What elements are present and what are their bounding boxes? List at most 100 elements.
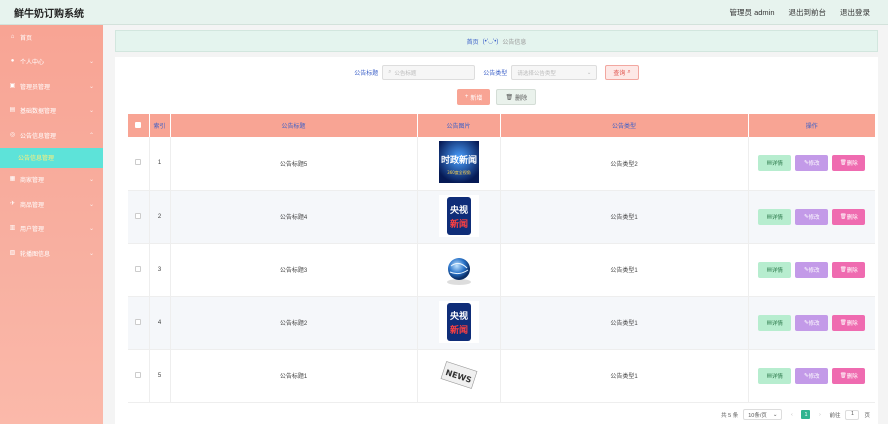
goods-icon: ✈ [9,200,16,207]
next-page-button[interactable]: › [815,410,824,419]
sidebar-item-users[interactable]: ▥ 用户管理 ⌄ [0,217,103,242]
sidebar-item-goods[interactable]: ✈ 商品管理 ⌄ [0,192,103,217]
row-index: 5 [149,349,171,403]
sidebar-item-admin[interactable]: ▣ 管理员管理 ⌄ [0,74,103,99]
admin-icon: ▣ [9,82,16,89]
edit-button[interactable]: ✎ 修改 [795,208,829,225]
delete-button[interactable]: 🗑 删除 [832,314,866,331]
shop-icon: ▦ [9,176,16,183]
title-search-label: 公告标题 [354,71,379,77]
chevron-down-icon: ⌄ [772,411,778,418]
sidebar-item-basedata[interactable]: ▤ 基础数据管理 ⌄ [0,99,103,124]
sidebar-item-notice[interactable]: ◎ 公告信息管理 ⌃ [0,123,103,148]
chevron-down-icon: ⌄ [88,83,94,90]
trash-icon: 🗑 [839,266,847,273]
type-search-label: 公告类型 [483,71,508,77]
chevron-down-icon: ⌄ [88,250,94,257]
select-all-checkbox[interactable] [135,121,142,128]
table-row: 1 公告标题5 时政新闻 360度全视角 公告类型2 ▤ 详情✎ 修改� [128,137,875,191]
delete-button[interactable]: 🗑 删除 [832,155,866,172]
admin-user-label[interactable]: 管理员 admin [729,7,774,18]
batch-delete-button[interactable]: 🗑 删除 [496,89,537,105]
col-actions: 操作 [748,114,875,137]
chevron-down-icon: ⌄ [88,108,94,115]
goto-page-input[interactable]: 1 [845,409,860,420]
edit-button[interactable]: ✎ 修改 [795,367,829,384]
goto-label: 前往 [829,412,841,419]
search-bar: 公告标题 ⌕ 公告标题 公告类型 请选择公告类型 ⌄ 查询 ⌕ [115,65,878,80]
front-link[interactable]: 退出到前台 [789,7,827,18]
page-number[interactable]: 1 [801,410,811,419]
cctv-news-image: 央视 新闻 [438,300,479,343]
col-type[interactable]: 公告类型 [500,114,749,137]
svg-text:央视: 央视 [449,204,467,216]
row-checkbox[interactable] [135,318,142,325]
news-paper-image: NEWS [440,360,477,389]
row-index: 2 [149,190,171,244]
globe-image [446,257,471,285]
top-bar: 鲜牛奶订购系统 管理员 admin 退出到前台 退出登录 [0,0,888,25]
breadcrumb: 首页 (•'◡'•) 公告信息 [115,30,878,52]
sidebar: ⌂ 首页 ● 个人中心 ⌄ ▣ 管理员管理 ⌄ ▤ 基础数据管理 ⌄ ◎ 公告信息管理 ⌃ 公告信… [0,25,103,424]
row-checkbox[interactable] [135,212,142,219]
detail-button[interactable]: ▤ 详情 [758,261,792,278]
row-type: 公告类型1 [500,243,749,297]
row-title: 公告标题2 [170,296,418,350]
svg-text:央视: 央视 [449,310,467,322]
detail-button[interactable]: ▤ 详情 [758,208,792,225]
delete-button[interactable]: 🗑 删除 [832,261,866,278]
chevron-down-icon: ⌄ [88,226,94,233]
sidebar-subitem-notice[interactable]: 公告信息管理 [0,147,103,168]
svg-text:360度全视角: 360度全视角 [447,169,471,175]
col-image[interactable]: 公告图片 [417,114,501,137]
query-button[interactable]: 查询 ⌕ [605,65,639,80]
prev-page-button[interactable]: ‹ [787,410,796,419]
trash-icon: 🗑 [839,213,847,220]
row-title: 公告标题5 [170,137,418,191]
row-checkbox[interactable] [135,159,142,166]
plus-icon: + [464,94,469,100]
delete-button[interactable]: 🗑 删除 [832,367,866,384]
search-icon: ⌕ [388,69,392,75]
users-icon: ▥ [9,225,16,232]
home-icon: ⌂ [10,33,15,40]
chevron-down-icon: ⌄ [88,201,94,208]
sidebar-item-shop[interactable]: ▦ 商家管理 ⌄ [0,168,103,193]
edit-button[interactable]: ✎ 修改 [795,155,829,172]
chevron-down-icon: ⌄ [586,69,592,76]
edit-button[interactable]: ✎ 修改 [795,314,829,331]
news-banner-image: 时政新闻 360度全视角 [438,141,479,184]
detail-button[interactable]: ▤ 详情 [758,367,792,384]
col-title[interactable]: 公告标题 [170,114,418,137]
chevron-down-icon: ⌄ [88,59,94,66]
logout-link[interactable]: 退出登录 [840,7,870,18]
sidebar-item-home[interactable]: ⌂ 首页 [0,25,103,50]
carousel-icon: ▧ [9,249,16,256]
breadcrumb-home[interactable]: 首页 [467,37,479,46]
add-button[interactable]: + 新增 [456,89,491,105]
table-row: 5 公告标题1 NEWS 公告类型1 ▤ 详情 ✎ 修改 🗑 删除 [128,349,875,403]
notice-table: 索引 公告标题 公告图片 公告类型 操作 1 公告标题5 时政新闻 360度全视… [128,114,875,403]
cctv-news-image: 央视 新闻 [438,194,479,237]
svg-text:时政新闻: 时政新闻 [440,154,476,166]
breadcrumb-face: (•'◡'•) [482,38,499,45]
col-index: 索引 [149,114,171,137]
edit-button[interactable]: ✎ 修改 [795,261,829,278]
detail-button[interactable]: ▤ 详情 [758,314,792,331]
svg-text:新闻: 新闻 [449,324,467,336]
app-title: 鲜牛奶订购系统 [14,8,84,20]
row-title: 公告标题1 [170,349,418,403]
sidebar-item-carousel[interactable]: ▧ 轮播图信息 ⌄ [0,241,103,266]
page-size-select[interactable]: 10条/页 ⌄ [743,409,783,420]
total-count: 共 5 条 [721,412,739,419]
row-index: 3 [149,243,171,297]
delete-button[interactable]: 🗑 删除 [832,208,866,225]
title-search-input[interactable]: ⌕ 公告标题 [382,65,476,80]
pagination: 共 5 条 10条/页 ⌄ ‹ 1 › 前往 1 页 [721,409,870,420]
type-select[interactable]: 请选择公告类型 ⌄ [511,65,598,80]
sidebar-item-profile[interactable]: ● 个人中心 ⌄ [0,50,103,75]
row-checkbox[interactable] [135,371,142,378]
detail-button[interactable]: ▤ 详情 [758,155,792,172]
row-checkbox[interactable] [135,265,142,272]
svg-text:新闻: 新闻 [449,218,467,230]
